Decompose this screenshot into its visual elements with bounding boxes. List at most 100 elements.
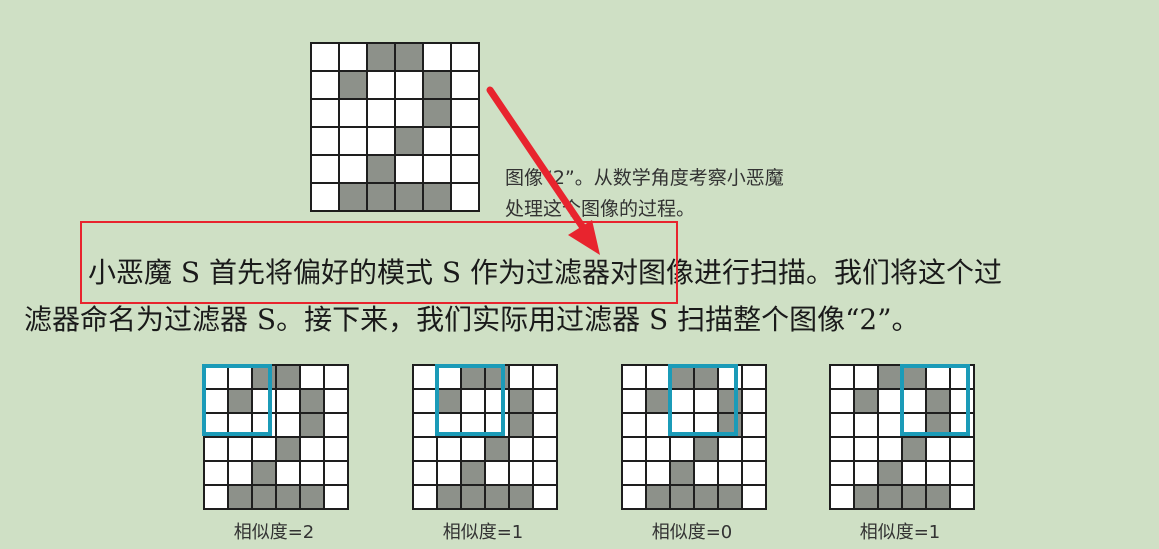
- pixel-on: [340, 72, 368, 100]
- pixel-off: [623, 414, 647, 438]
- pixel-on: [671, 486, 695, 510]
- pixel-off: [623, 462, 647, 486]
- pixel-off: [325, 390, 349, 414]
- pixel-off: [205, 462, 229, 486]
- pixel-off: [424, 44, 452, 72]
- filter-window-3: [668, 364, 738, 436]
- pixel-off: [452, 184, 480, 212]
- pixel-off: [903, 462, 927, 486]
- pixel-on: [510, 414, 534, 438]
- pixel-off: [301, 366, 325, 390]
- pixel-off: [277, 390, 301, 414]
- pixel-on: [277, 366, 301, 390]
- pixel-off: [534, 486, 558, 510]
- pixel-off: [743, 486, 767, 510]
- pixel-off: [743, 414, 767, 438]
- pixel-on: [671, 462, 695, 486]
- pixel-on: [396, 184, 424, 212]
- pixel-off: [534, 390, 558, 414]
- pixel-on: [396, 44, 424, 72]
- pixel-off: [414, 438, 438, 462]
- pixel-off: [277, 462, 301, 486]
- pixel-on: [253, 486, 277, 510]
- pixel-on: [301, 390, 325, 414]
- pixel-off: [312, 184, 340, 212]
- pixel-on: [368, 156, 396, 184]
- pixel-off: [647, 438, 671, 462]
- pixel-on: [424, 72, 452, 100]
- pixel-off: [831, 366, 855, 390]
- pixel-off: [340, 128, 368, 156]
- pixel-off: [368, 128, 396, 156]
- pixel-off: [534, 462, 558, 486]
- pixel-on: [424, 100, 452, 128]
- pixel-on: [253, 462, 277, 486]
- pixel-on: [340, 184, 368, 212]
- pixel-off: [743, 438, 767, 462]
- pixel-on: [855, 486, 879, 510]
- pixel-off: [510, 462, 534, 486]
- pixel-on: [301, 414, 325, 438]
- pixel-off: [414, 486, 438, 510]
- pixel-on: [462, 462, 486, 486]
- pixel-off: [205, 486, 229, 510]
- pixel-on: [695, 486, 719, 510]
- pixel-on: [277, 486, 301, 510]
- pixel-off: [855, 462, 879, 486]
- pixel-off: [534, 366, 558, 390]
- pixel-off: [325, 414, 349, 438]
- pixel-off: [396, 100, 424, 128]
- pixel-off: [510, 366, 534, 390]
- pixel-off: [340, 100, 368, 128]
- pixel-off: [396, 72, 424, 100]
- pixel-off: [368, 100, 396, 128]
- pixel-off: [671, 438, 695, 462]
- pixel-off: [452, 72, 480, 100]
- pixel-off: [396, 156, 424, 184]
- pixel-on: [486, 438, 510, 462]
- pixel-off: [879, 438, 903, 462]
- pixel-off: [312, 128, 340, 156]
- pixel-off: [312, 100, 340, 128]
- paragraph-line-2: 滤器命名为过滤器 S。接下来，我们实际用过滤器 S 扫描整个图像“2”。: [24, 303, 920, 336]
- pixel-off: [855, 414, 879, 438]
- pixel-off: [951, 438, 975, 462]
- pixel-off: [462, 438, 486, 462]
- pixel-off: [340, 156, 368, 184]
- pixel-on: [510, 486, 534, 510]
- pixel-off: [452, 128, 480, 156]
- pixel-on: [510, 390, 534, 414]
- pixel-off: [452, 44, 480, 72]
- pixel-off: [510, 438, 534, 462]
- pixel-on: [695, 438, 719, 462]
- pixel-off: [312, 44, 340, 72]
- filter-window-1: [202, 364, 272, 436]
- pixel-on: [647, 486, 671, 510]
- pixel-off: [831, 462, 855, 486]
- pixel-off: [253, 438, 277, 462]
- similarity-label-3: 相似度=0: [651, 522, 733, 543]
- pixel-on: [368, 44, 396, 72]
- pixel-off: [277, 414, 301, 438]
- pixel-on: [438, 486, 462, 510]
- similarity-label-2: 相似度=1: [442, 522, 524, 543]
- digit-2-image: [310, 42, 480, 212]
- pixel-off: [743, 366, 767, 390]
- pixel-off: [325, 462, 349, 486]
- pixel-on: [301, 486, 325, 510]
- pixel-off: [438, 462, 462, 486]
- pixel-off: [229, 438, 253, 462]
- pixel-off: [623, 486, 647, 510]
- red-arrow-icon: [486, 86, 600, 255]
- similarity-label-1: 相似度=2: [233, 522, 315, 543]
- filter-window-2: [435, 364, 505, 436]
- pixel-off: [831, 390, 855, 414]
- pixel-off: [927, 462, 951, 486]
- pixel-off: [452, 156, 480, 184]
- pixel-off: [855, 366, 879, 390]
- pixel-off: [414, 462, 438, 486]
- pixel-on: [903, 438, 927, 462]
- pixel-on: [229, 486, 253, 510]
- pixel-on: [719, 486, 743, 510]
- pixel-off: [301, 462, 325, 486]
